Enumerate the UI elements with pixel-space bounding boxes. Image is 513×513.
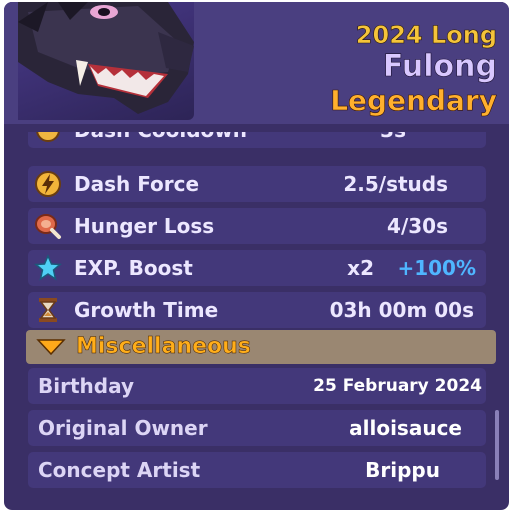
info-label: Birthday [38, 374, 134, 398]
meat-icon [34, 212, 62, 240]
stat-label: Growth Time [74, 298, 219, 322]
stats-scroll-list[interactable]: Dash Cooldown 3s Dash Force 2.5/studs Hu… [24, 132, 500, 502]
info-label: Concept Artist [38, 458, 201, 482]
info-label: Original Owner [38, 416, 208, 440]
info-value: 25 February 2024 [313, 376, 482, 396]
stat-label: Dash Force [74, 172, 200, 196]
triangle-down-icon [36, 339, 66, 359]
pet-info-panel: 2024 Long Fulong Legendary Dash Cooldown… [4, 2, 509, 510]
star-icon [34, 254, 62, 282]
stat-value: 3s [380, 132, 406, 142]
info-value: Brippu [365, 458, 440, 482]
pet-name: Fulong [382, 49, 498, 84]
pet-header: 2024 Long Fulong Legendary [4, 2, 509, 124]
section-title: Miscellaneous [76, 334, 251, 360]
stat-bonus: +100% [397, 256, 476, 280]
stat-row-growth-time: Growth Time 03h 00m 00s [28, 292, 486, 328]
stat-row-dash-force: Dash Force 2.5/studs [28, 166, 486, 202]
stat-label: Hunger Loss [74, 214, 215, 238]
stat-label: Dash Cooldown [74, 132, 247, 142]
stat-value: 2.5/studs [343, 172, 448, 196]
info-row-birthday: Birthday 25 February 2024 [28, 368, 486, 404]
stat-row-dash-cooldown: Dash Cooldown 3s [28, 132, 486, 148]
stat-label: EXP. Boost [74, 256, 193, 280]
stat-value: 03h 00m 00s [329, 298, 474, 322]
scrollbar-thumb[interactable] [495, 410, 499, 480]
info-row-concept-artist: Concept Artist Brippu [28, 452, 486, 488]
dragon-head-image [18, 2, 194, 114]
pet-portrait [18, 2, 194, 120]
info-value: alloisauce [349, 416, 462, 440]
stat-value: x2 [347, 256, 374, 280]
stat-value: 4/30s [387, 214, 448, 238]
info-row-original-owner: Original Owner alloisauce [28, 410, 486, 446]
misc-section-toggle[interactable]: Miscellaneous [26, 330, 496, 364]
hourglass-icon [34, 296, 62, 324]
stat-row-exp-boost: EXP. Boost x2 +100% [28, 250, 486, 286]
stat-row-hunger-loss: Hunger Loss 4/30s [28, 208, 486, 244]
lightning-icon [34, 170, 62, 198]
clock-icon [34, 132, 62, 144]
pet-titles: 2024 Long Fulong Legendary [330, 20, 497, 118]
pet-year: 2024 Long [355, 21, 497, 50]
pet-rarity: Legendary [330, 84, 497, 118]
